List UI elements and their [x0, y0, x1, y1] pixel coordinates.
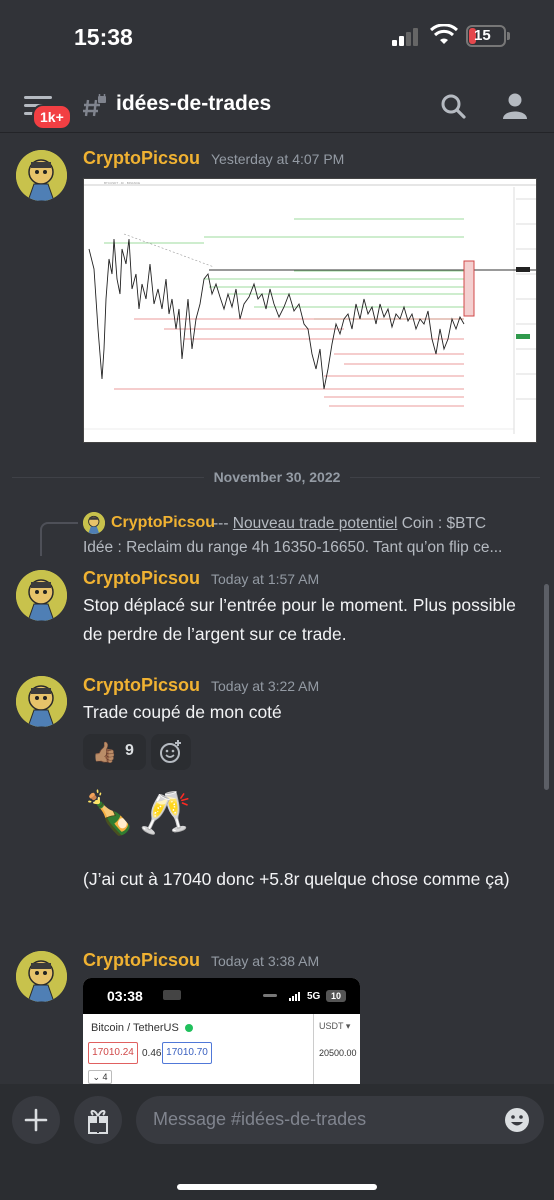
avatar[interactable] — [16, 570, 67, 621]
add-attachment-button[interactable] — [12, 1096, 60, 1144]
message-timestamp: Today at 3:38 AM — [211, 953, 320, 969]
bid-price: 17010.24 — [88, 1042, 138, 1064]
add-emoji-icon — [160, 740, 181, 763]
members-icon[interactable] — [500, 92, 530, 120]
battery-icon: 15 — [466, 25, 506, 47]
quantity-select: ⌄ 4 — [88, 1070, 112, 1084]
wifi-icon — [430, 24, 458, 44]
message-timestamp: Today at 3:22 AM — [211, 678, 320, 694]
reply-preview[interactable]: --- Nouveau trade potentiel Coin : $BTC — [213, 515, 486, 533]
live-dot-icon — [185, 1024, 193, 1032]
screenshot-battery: 10 — [326, 990, 346, 1002]
date-divider: November 30, 2022 — [0, 469, 554, 485]
reaction-count: 9 — [125, 742, 134, 759]
reply-link[interactable]: Nouveau trade potentiel — [233, 515, 398, 532]
reply-connector — [40, 522, 78, 556]
emoji-picker-icon[interactable] — [504, 1107, 530, 1133]
plus-icon — [24, 1108, 48, 1132]
cellular-signal-icon — [392, 28, 422, 46]
message-author[interactable]: CryptoPicsou — [83, 148, 200, 169]
reply-prefix: --- — [213, 515, 233, 532]
price-chart-graphic: BTCUSDT · 4h · BINANCE — [84, 179, 536, 442]
notification-badge: 1k+ — [32, 104, 72, 130]
currency-select: USDT ▾ — [319, 1021, 351, 1031]
app-thumbnail-icon — [163, 990, 181, 1000]
channel-header: 1k+ idées-de-trades — [0, 78, 554, 133]
avatar[interactable] — [16, 676, 67, 727]
quantity-value: 4 — [102, 1072, 108, 1082]
duck-avatar-icon — [16, 150, 67, 201]
message-input-placeholder: Message #idées-de-trades — [153, 1109, 367, 1129]
message-input[interactable]: Message #idées-de-trades — [136, 1096, 544, 1144]
duck-avatar-icon — [83, 512, 105, 534]
search-icon[interactable] — [440, 93, 466, 119]
home-indicator — [177, 1184, 377, 1190]
message-author[interactable]: CryptoPicsou — [83, 675, 200, 696]
gift-icon — [88, 1110, 108, 1134]
date-divider-label: November 30, 2022 — [203, 469, 351, 485]
channel-title: idées-de-trades — [116, 92, 272, 115]
message-composer: Message #idées-de-trades — [0, 1084, 554, 1200]
duck-avatar-icon — [16, 676, 67, 727]
thumbs-up-icon: 👍🏽 — [92, 742, 117, 764]
screenshot-time: 03:38 — [107, 988, 143, 1004]
reply-avatar[interactable] — [83, 512, 105, 534]
pair-name: Bitcoin / TetherUS — [91, 1022, 179, 1034]
message-text: Trade coupé de mon coté — [83, 702, 282, 722]
add-reaction-button[interactable] — [151, 734, 191, 770]
avatar[interactable] — [16, 951, 67, 1002]
gift-button[interactable] — [74, 1096, 122, 1144]
trading-chart-image[interactable]: BTCUSDT · 4h · BINANCE — [83, 178, 537, 443]
screenshot-attachment[interactable]: 03:38 5G 10 Bitcoin / TetherUS USDT ▾ 17… — [83, 978, 360, 1084]
avatar[interactable] — [16, 150, 67, 201]
locked-channel-icon — [83, 94, 106, 117]
battery-level: 15 — [474, 27, 491, 44]
price-level: 20500.00 — [319, 1048, 357, 1058]
duck-avatar-icon — [16, 570, 67, 621]
message-text: (J’ai cut à 17040 donc +5.8r quelque cho… — [83, 869, 510, 889]
message-feed[interactable]: CryptoPicsou Yesterday at 4:07 PM BTCUSD… — [0, 134, 554, 1084]
message-timestamp: Yesterday at 4:07 PM — [211, 151, 345, 167]
duck-avatar-icon — [16, 951, 67, 1002]
message-author[interactable]: CryptoPicsou — [83, 568, 200, 589]
svg-text:BTCUSDT · 4h · BINANCE: BTCUSDT · 4h · BINANCE — [104, 181, 140, 185]
ask-price: 17010.70 — [162, 1042, 212, 1064]
currency-label: USDT — [319, 1021, 344, 1031]
reaction-thumbs-up[interactable]: 👍🏽 9 — [83, 734, 146, 770]
pill-indicator-icon — [263, 994, 277, 997]
chevron-down-icon: ⌄ — [92, 1072, 100, 1082]
message-text: Stop déplacé sur l’entrée pour le moment… — [83, 595, 516, 644]
signal-icon — [289, 992, 301, 1001]
status-bar: 15:38 15 — [0, 0, 554, 78]
message-timestamp: Today at 1:57 AM — [211, 571, 320, 587]
status-time: 15:38 — [74, 24, 133, 50]
network-label: 5G — [307, 991, 321, 1002]
spread-value: 0.46 — [142, 1048, 162, 1059]
screenshot-status-bar: 03:38 5G 10 — [83, 978, 360, 1014]
reply-preview-line2[interactable]: Idée : Reclaim du range 4h 16350-16650. … — [83, 539, 543, 557]
scrollbar[interactable] — [544, 584, 549, 790]
reply-author[interactable]: CryptoPicsou — [111, 514, 215, 532]
champagne-emojis: 🍾🥂 — [83, 789, 196, 836]
reply-suffix: Coin : $BTC — [397, 515, 487, 532]
message-author[interactable]: CryptoPicsou — [83, 950, 200, 971]
